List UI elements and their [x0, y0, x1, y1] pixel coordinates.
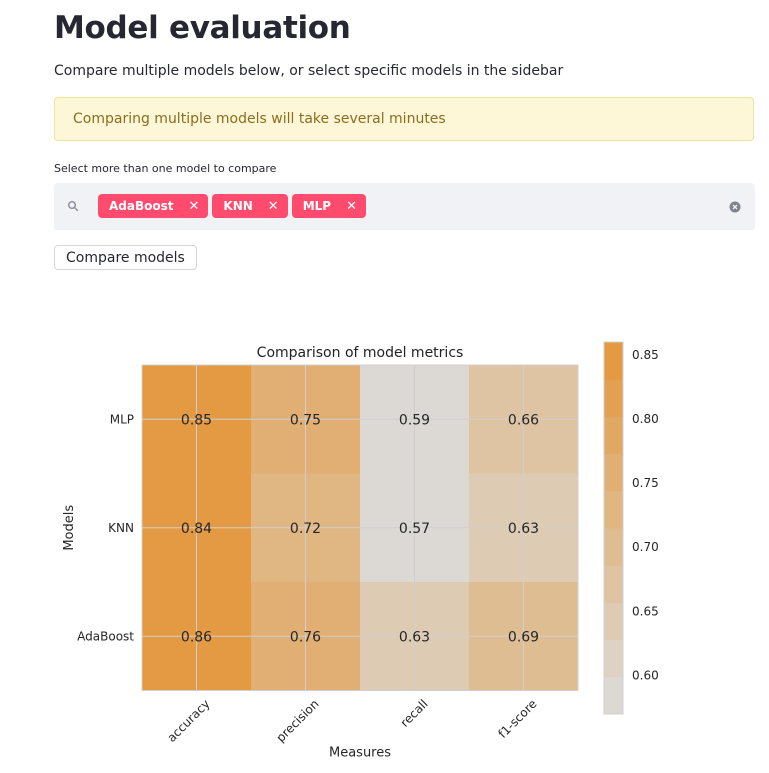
chip-label: AdaBoost: [109, 199, 174, 213]
cell-value-label: 0.72: [290, 521, 321, 537]
colorbar-tick-label: 0.85: [632, 348, 659, 362]
cell-value-label: 0.63: [508, 521, 539, 537]
x-tick-label: accuracy: [164, 697, 212, 745]
x-tick-label: precision: [273, 697, 321, 745]
cell-value-label: 0.76: [290, 629, 321, 645]
search-icon: [68, 201, 79, 212]
cell-value-label: 0.66: [508, 412, 539, 428]
colorbar-segment: [604, 453, 623, 492]
x-tick-label: recall: [398, 697, 431, 730]
cell-value-label: 0.75: [290, 412, 321, 428]
colorbar-segment: [604, 565, 623, 603]
cell-value-label: 0.86: [181, 629, 212, 645]
metrics-heatmap-chart: Comparison of model metrics 0.85 0.75 0.59 0…: [62, 341, 659, 761]
chip-mlp: MLP ✕: [291, 194, 366, 218]
x-axis-label: Measures: [329, 746, 391, 761]
colorbar-tick-label: 0.80: [632, 412, 659, 426]
y-tick-label: MLP: [110, 412, 134, 426]
cell-value-label: 0.84: [181, 521, 212, 537]
colorbar-tick-label: 0.70: [632, 540, 659, 554]
selected-chips: AdaBoost ✕ KNN ✕ MLP ✕: [98, 194, 366, 218]
warning-alert: Comparing multiple models will take seve…: [54, 97, 754, 141]
compare-models-button[interactable]: Compare models: [54, 245, 197, 270]
alert-message: Comparing multiple models will take seve…: [73, 111, 446, 127]
model-select-label: Select more than one model to compare: [54, 162, 277, 175]
cell-value-label: 0.57: [399, 521, 430, 537]
colorbar-segment: [604, 528, 623, 566]
chip-knn: KNN ✕: [212, 194, 288, 218]
remove-knn-icon[interactable]: ✕: [268, 200, 279, 213]
cell-value-label: 0.85: [181, 412, 212, 428]
cell-value-label: 0.63: [399, 629, 430, 645]
chip-label: MLP: [302, 199, 332, 213]
y-axis-label: Models: [62, 505, 77, 551]
y-tick-label: AdaBoost: [77, 629, 134, 643]
colorbar-segment: [604, 602, 623, 641]
colorbar-segment: [604, 379, 623, 417]
clear-all-icon[interactable]: [729, 201, 741, 213]
colorbar-segment: [604, 639, 623, 678]
remove-mlp-icon[interactable]: ✕: [346, 200, 357, 213]
chip-label: KNN: [223, 199, 253, 213]
chart-title: Comparison of model metrics: [257, 345, 464, 361]
chip-adaboost: AdaBoost ✕: [98, 194, 209, 218]
colorbar-segment: [604, 490, 623, 529]
page-title: Model evaluation: [54, 10, 351, 46]
colorbar-tick-label: 0.60: [632, 669, 659, 683]
colorbar-segment: [604, 676, 623, 715]
colorbar-tick-label: 0.65: [632, 604, 659, 618]
model-multiselect[interactable]: AdaBoost ✕ KNN ✕ MLP ✕: [54, 183, 755, 230]
cell-value-label: 0.69: [508, 629, 539, 645]
page-subtitle: Compare multiple models below, or select…: [54, 63, 564, 79]
colorbar-tick-label: 0.75: [632, 476, 659, 490]
remove-adaboost-icon[interactable]: ✕: [189, 200, 200, 213]
x-tick-label: f1-score: [495, 697, 539, 741]
colorbar-segment: [604, 342, 623, 380]
cell-value-label: 0.59: [399, 412, 430, 428]
colorbar-segment: [604, 416, 623, 455]
y-tick-label: KNN: [108, 521, 134, 535]
